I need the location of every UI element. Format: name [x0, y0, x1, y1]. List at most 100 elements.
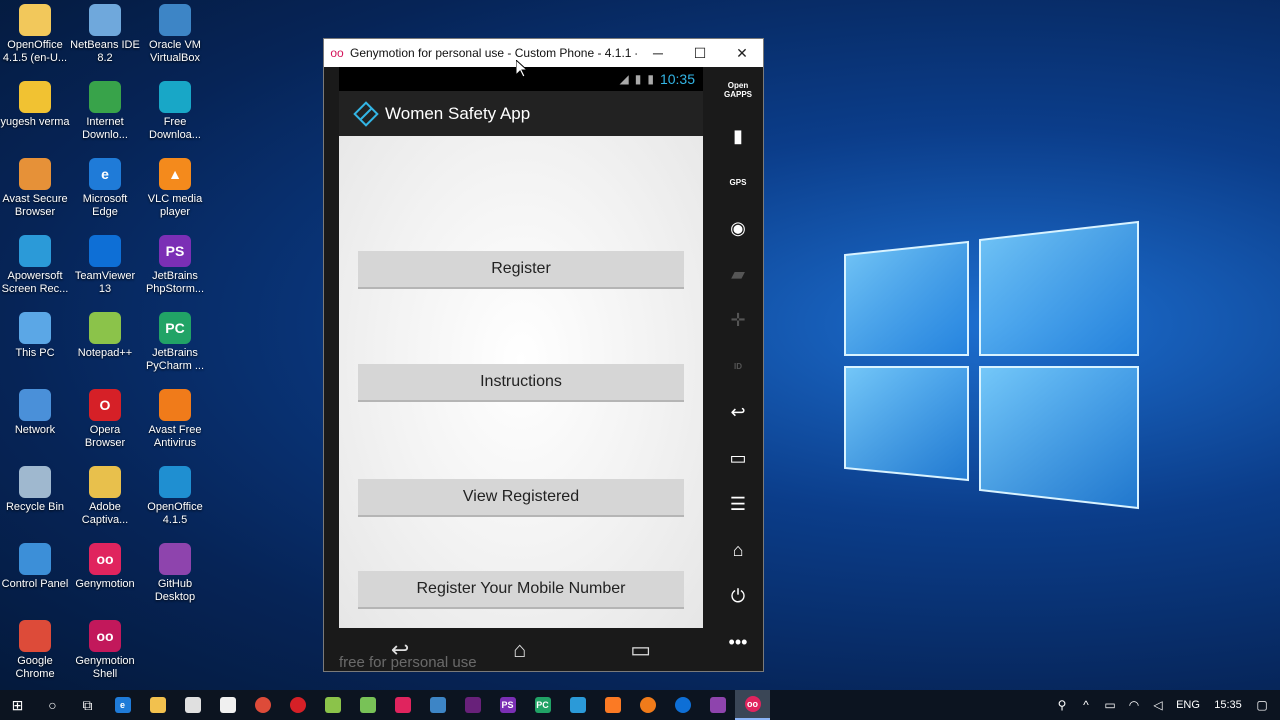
window-title: Genymotion for personal use - Custom Pho…: [350, 46, 637, 60]
desktop-icon-label: VLC media player: [147, 193, 203, 218]
home-nav-button[interactable]: ⌂: [513, 637, 526, 663]
desktop-icon-label: Opera Browser: [84, 424, 126, 449]
battery-icon[interactable]: ▭: [1098, 698, 1122, 712]
register-mobile-number-button[interactable]: Register Your Mobile Number: [358, 571, 684, 609]
desktop-icon[interactable]: Adobe Captiva...: [70, 462, 140, 539]
desktop-icon[interactable]: PC JetBrains PyCharm ...: [140, 308, 210, 385]
back-icon: ↩: [730, 401, 746, 422]
back-button[interactable]: ↩: [718, 389, 758, 435]
internet-download-manager-icon: [89, 81, 121, 113]
desktop-icon[interactable]: e Microsoft Edge: [70, 154, 140, 231]
minimize-button[interactable]: ─: [637, 39, 679, 67]
volume-icon[interactable]: ◁: [1146, 698, 1170, 712]
desktop-icon-label: yugesh verma: [0, 116, 70, 128]
desktop-icon[interactable]: oo Genymotion Shell: [70, 616, 140, 693]
people-icon[interactable]: ⚲: [1050, 698, 1074, 712]
app-logo-icon: [353, 100, 379, 127]
identifiers-widget-button[interactable]: ID: [718, 343, 758, 389]
taskbar-avast[interactable]: [630, 690, 665, 720]
desktop-icon[interactable]: Recycle Bin: [0, 462, 70, 539]
desktop-icon-label: Adobe Captiva...: [81, 501, 129, 526]
desktop-icon[interactable]: Avast Secure Browser: [0, 154, 70, 231]
close-button[interactable]: ✕: [721, 39, 763, 67]
desktop-icon[interactable]: oo Genymotion: [70, 539, 140, 616]
xampp-icon: [604, 697, 621, 713]
taskbar-genymotion[interactable]: [385, 690, 420, 720]
language-indicator[interactable]: ENG: [1170, 699, 1206, 711]
view-registered-button[interactable]: View Registered: [358, 479, 684, 517]
chevron-up-icon[interactable]: ^: [1074, 698, 1098, 712]
desktop-icon[interactable]: OpenOffice 4.1.5 (en-U...: [0, 0, 70, 77]
camera-widget-button[interactable]: ◉: [718, 205, 758, 251]
desktop-icon[interactable]: Oracle VM VirtualBox: [140, 0, 210, 77]
more-button[interactable]: •••: [718, 619, 758, 665]
taskbar-notepadpp[interactable]: [315, 690, 350, 720]
gps-widget-button[interactable]: GPS: [718, 159, 758, 205]
taskbar-pycharm[interactable]: PC: [525, 690, 560, 720]
recent-apps-button[interactable]: ▭: [718, 435, 758, 481]
task-view-icon: ⧉: [82, 696, 93, 713]
taskbar-mail[interactable]: [210, 690, 245, 720]
desktop-icon[interactable]: Google Chrome: [0, 616, 70, 693]
desktop-icon[interactable]: NetBeans IDE 8.2: [70, 0, 140, 77]
desktop-icon[interactable]: O Opera Browser: [70, 385, 140, 462]
desktop-icon-label: JetBrains PyCharm ...: [145, 347, 205, 372]
desktop-icon[interactable]: Internet Downlo...: [70, 77, 140, 154]
genymotion-shell-icon: oo: [89, 620, 121, 652]
taskbar-android-studio[interactable]: [350, 690, 385, 720]
clock[interactable]: 15:35: [1206, 699, 1250, 711]
folder-icon: [149, 697, 166, 713]
desktop-icon[interactable]: Control Panel: [0, 539, 70, 616]
wifi-icon[interactable]: ◠: [1122, 698, 1146, 712]
taskbar-genymotion-active[interactable]: oo: [735, 690, 770, 720]
task-view-button[interactable]: ⧉: [70, 690, 105, 720]
taskbar-virtualbox[interactable]: [420, 690, 455, 720]
remote-control-widget-button[interactable]: ✛: [718, 297, 758, 343]
desktop-icon[interactable]: Notepad++: [70, 308, 140, 385]
maximize-button[interactable]: ☐: [679, 39, 721, 67]
desktop-icon[interactable]: ▲ VLC media player: [140, 154, 210, 231]
taskbar-teamviewer[interactable]: [665, 690, 700, 720]
desktop-icon[interactable]: PS JetBrains PhpStorm...: [140, 231, 210, 308]
desktop-icon[interactable]: Network: [0, 385, 70, 462]
screencast-widget-button[interactable]: ▰: [718, 251, 758, 297]
taskbar-github[interactable]: [700, 690, 735, 720]
power-button[interactable]: ⏻: [718, 573, 758, 619]
desktop-icon-label: TeamViewer 13: [74, 270, 136, 295]
taskbar-opera[interactable]: [280, 690, 315, 720]
desktop-icon[interactable]: TeamViewer 13: [70, 231, 140, 308]
desktop-icon[interactable]: Free Downloa...: [140, 77, 210, 154]
taskbar-apowersoft[interactable]: [560, 690, 595, 720]
visual-studio-icon: [464, 697, 481, 713]
desktop-icon-label: OpenOffice 4.1.5: [147, 501, 203, 526]
notepadpp-icon: [89, 312, 121, 344]
desktop-icon[interactable]: Avast Free Antivirus: [140, 385, 210, 462]
desktop-icon[interactable]: Apowersoft Screen Rec...: [0, 231, 70, 308]
start-button[interactable]: ⊞: [0, 690, 35, 720]
taskbar-store[interactable]: [175, 690, 210, 720]
taskbar-visual-studio[interactable]: [455, 690, 490, 720]
desktop-icon[interactable]: yugesh verma: [0, 77, 70, 154]
taskbar-phpstorm[interactable]: PS: [490, 690, 525, 720]
store-icon: [184, 697, 201, 713]
genymotion-window[interactable]: oo Genymotion for personal use - Custom …: [323, 38, 764, 672]
desktop-icon[interactable]: This PC: [0, 308, 70, 385]
virtualbox-icon: [159, 4, 191, 36]
webcam-icon: ◉: [730, 217, 746, 238]
taskbar-xampp[interactable]: [595, 690, 630, 720]
desktop-icon[interactable]: GitHub Desktop: [140, 539, 210, 616]
menu-button[interactable]: ☰: [718, 481, 758, 527]
open-gapps-button[interactable]: Open GAPPS: [718, 67, 758, 113]
instructions-button[interactable]: Instructions: [358, 364, 684, 402]
notification-icon[interactable]: ▢: [1250, 698, 1274, 712]
recent-apps-nav-button[interactable]: ▭: [630, 637, 651, 663]
taskbar-edge[interactable]: e: [105, 690, 140, 720]
register-button[interactable]: Register: [358, 251, 684, 289]
window-titlebar[interactable]: oo Genymotion for personal use - Custom …: [324, 39, 763, 67]
taskbar-file-explorer[interactable]: [140, 690, 175, 720]
desktop-icon[interactable]: OpenOffice 4.1.5: [140, 462, 210, 539]
taskbar-chrome[interactable]: [245, 690, 280, 720]
battery-widget-button[interactable]: ▮: [718, 113, 758, 159]
cortana-button[interactable]: ○: [35, 690, 70, 720]
home-button[interactable]: ⌂: [718, 527, 758, 573]
